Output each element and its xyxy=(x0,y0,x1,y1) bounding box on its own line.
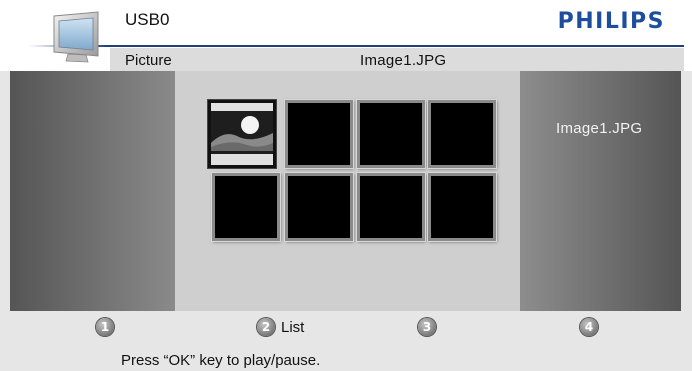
thumbnail-slot[interactable] xyxy=(285,100,353,168)
thumbnail-slot[interactable] xyxy=(428,173,496,241)
source-label: USB0 xyxy=(125,10,170,29)
option-button-4[interactable]: 4 xyxy=(580,318,598,336)
option-button-2-list[interactable]: 2 List xyxy=(257,318,304,336)
list-label: List xyxy=(281,318,305,336)
info-file-name: Image1.JPG xyxy=(556,120,643,137)
brand-logo: PHILIPS xyxy=(557,9,665,34)
number-3-icon: 3 xyxy=(418,318,436,336)
info-panel xyxy=(520,71,681,311)
header-divider xyxy=(105,45,684,47)
tv-icon xyxy=(50,10,102,64)
option-button-1[interactable]: 1 xyxy=(96,318,114,336)
media-type-label: Picture xyxy=(125,52,172,69)
current-file-label: Image1.JPG xyxy=(360,52,447,69)
number-4-icon: 4 xyxy=(580,318,598,336)
thumbnail-slot[interactable] xyxy=(428,100,496,168)
number-2-icon: 2 xyxy=(257,318,275,336)
left-panel xyxy=(10,71,175,311)
thumbnail-slot[interactable] xyxy=(285,173,353,241)
thumbnail-slot[interactable] xyxy=(357,100,425,168)
number-1-icon: 1 xyxy=(96,318,114,336)
hint-text: Press “OK” key to play/pause. xyxy=(121,352,321,369)
option-button-3[interactable]: 3 xyxy=(418,318,436,336)
thumbnail-image1[interactable] xyxy=(208,100,276,168)
header-bar: USB0 Picture Image1.JPG PHILIPS xyxy=(0,0,692,71)
thumbnail-slot[interactable] xyxy=(357,173,425,241)
thumbnail-slot[interactable] xyxy=(212,173,280,241)
landscape-thumbnail-icon xyxy=(211,103,273,165)
